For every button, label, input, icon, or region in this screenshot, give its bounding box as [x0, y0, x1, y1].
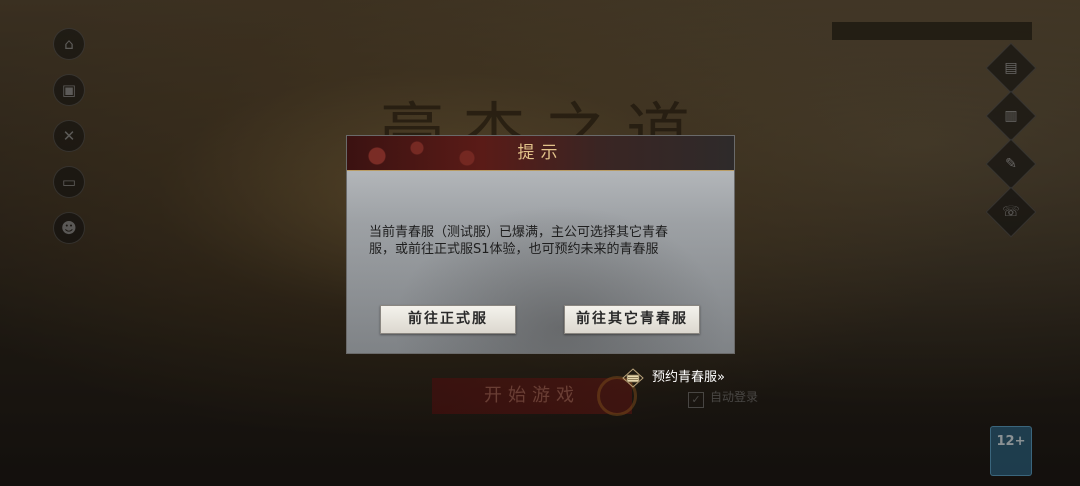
dialog-message: 当前青春服（测试服）已爆满，主公可选择其它青春 服，或前往正式服S1体验，也可预…: [369, 224, 714, 258]
message-line-1: 当前青春服（测试服）已爆满，主公可选择其它青春: [369, 225, 669, 240]
message-line-2: 服，或前往正式服S1体验，也可预约未来的青春服: [369, 242, 659, 257]
go-other-youth-server-button[interactable]: 前往其它青春服: [564, 305, 700, 334]
dialog-title: 提示: [517, 143, 564, 163]
reserve-youth-server-link[interactable]: 预约青春服»: [622, 366, 725, 390]
reserve-icon: [622, 367, 644, 388]
dialog-header: 提示: [347, 136, 734, 171]
reserve-label: 预约青春服: [652, 370, 718, 385]
go-formal-server-button[interactable]: 前往正式服: [380, 305, 516, 334]
double-chevron-right-icon: »: [717, 370, 725, 385]
